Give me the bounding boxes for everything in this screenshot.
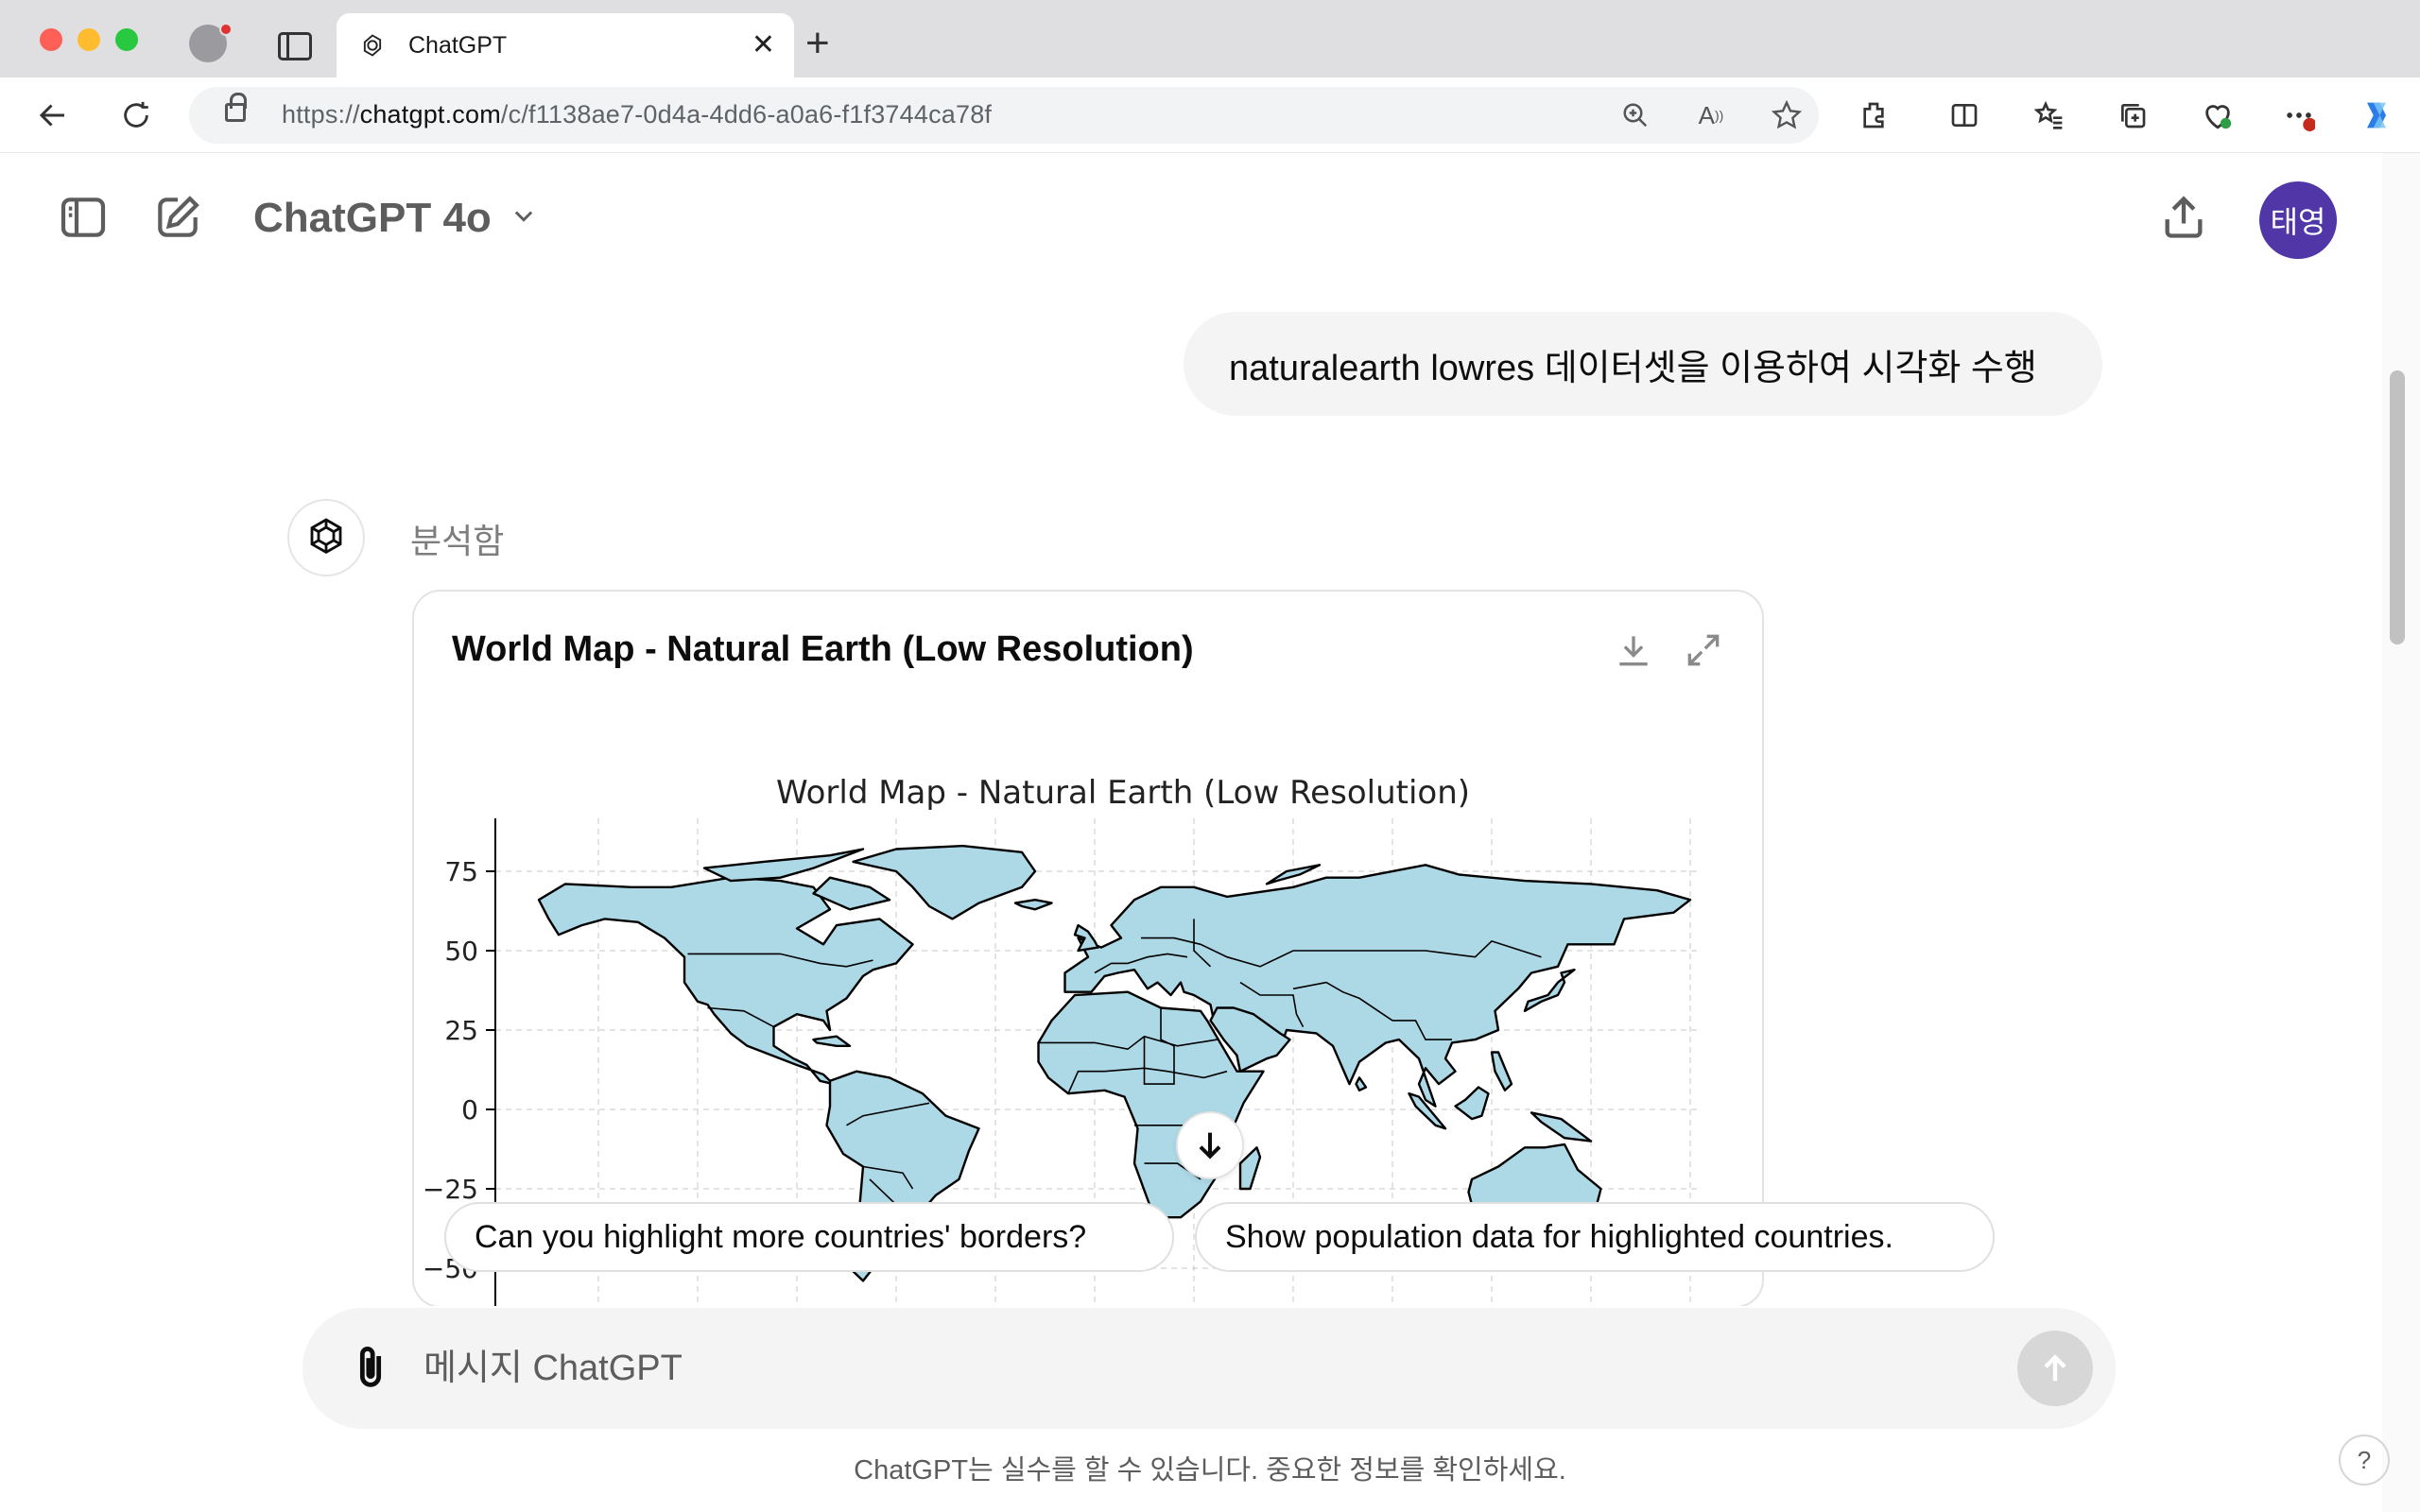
landmass-sri-lanka [1355, 1076, 1368, 1091]
landmass-greenland [852, 844, 1037, 920]
analysis-status[interactable]: 분석함 [410, 514, 504, 563]
browser-toolbar: https://chatgpt.com/c/f1138ae7-0d4a-4dd6… [0, 77, 2420, 153]
scrollbar-thumb[interactable] [2390, 370, 2405, 644]
disclaimer-text: ChatGPT는 실수를 할 수 있습니다. 중요한 정보를 확인하세요. [854, 1455, 1566, 1486]
scroll-to-bottom-button[interactable] [1176, 1111, 1244, 1179]
url-text[interactable]: https://chatgpt.com/c/f1138ae7-0d4a-4dd6… [282, 100, 992, 129]
split-screen-icon[interactable] [1945, 96, 1983, 134]
y-tick-label: 25 [444, 1015, 478, 1046]
landmass-canadian-arctic [702, 848, 865, 883]
read-aloud-icon[interactable]: A)) [1694, 98, 1728, 132]
chat-header: ChatGPT 4o 태영 [0, 153, 2382, 285]
more-icon[interactable] [2280, 96, 2318, 134]
message-composer [302, 1308, 2116, 1429]
favorites-icon[interactable] [2031, 96, 2068, 134]
favorite-star-icon[interactable] [1770, 98, 1804, 132]
browser-essentials-icon[interactable] [2199, 96, 2237, 134]
help-button[interactable]: ? [2339, 1435, 2390, 1486]
minimize-window-button[interactable] [78, 28, 100, 51]
close-tab-icon[interactable]: ✕ [752, 28, 775, 62]
landmass-cuba [812, 1035, 852, 1047]
assistant-avatar [287, 499, 365, 576]
browser-tab-chatgpt[interactable]: ChatGPT ✕ [337, 13, 794, 77]
extensions-icon[interactable] [1855, 96, 1893, 134]
notification-dot [219, 23, 233, 36]
openai-logo-icon [363, 34, 382, 57]
landmass-new-guinea [1530, 1111, 1593, 1143]
address-bar[interactable]: https://chatgpt.com/c/f1138ae7-0d4a-4dd6… [189, 87, 1819, 144]
message-input[interactable] [424, 1344, 1841, 1393]
tab-actions-icon[interactable] [278, 32, 312, 60]
y-tick-label: −25 [423, 1174, 478, 1205]
y-tick-label: 0 [461, 1094, 478, 1125]
browser-titlebar: ChatGPT ✕ + [0, 0, 2420, 77]
y-tick-label: 75 [444, 856, 478, 887]
user-message: naturalearth lowres 데이터셋을 이용하여 시각화 수행 [1184, 312, 2102, 416]
arrow-up-icon [2044, 1354, 2066, 1382]
reload-icon[interactable] [117, 96, 155, 134]
send-button[interactable] [2017, 1331, 2093, 1406]
suggestion-chip-highlight-borders[interactable]: Can you highlight more countries' border… [444, 1202, 1174, 1272]
new-chat-icon[interactable] [151, 191, 204, 244]
collections-icon[interactable] [2114, 96, 2152, 134]
close-window-button[interactable] [40, 28, 62, 51]
paperclip-icon[interactable] [346, 1344, 395, 1393]
chart-card: World Map - Natural Earth (Low Resolutio… [412, 590, 1764, 1308]
zoom-icon[interactable] [1618, 98, 1652, 132]
chart-title: World Map - Natural Earth (Low Resolutio… [776, 774, 1470, 812]
chevron-down-icon[interactable] [510, 202, 537, 229]
landmass-japan [1523, 969, 1576, 1012]
landmass-philippines [1490, 1051, 1513, 1091]
avatar[interactable]: 태영 [2259, 181, 2337, 259]
sidebar-toggle-icon[interactable] [57, 191, 110, 244]
landmass-borneo [1454, 1086, 1490, 1121]
copilot-icon[interactable] [2358, 96, 2395, 134]
openai-logo-icon [310, 518, 342, 555]
tab-title: ChatGPT [408, 32, 508, 59]
share-icon[interactable] [2159, 193, 2208, 242]
y-tick-label: 50 [444, 936, 478, 967]
scrollbar-track[interactable] [2382, 153, 2420, 1512]
suggestion-chip-population-data[interactable]: Show population data for highlighted cou… [1195, 1202, 1995, 1272]
back-icon[interactable] [34, 96, 72, 134]
model-selector-label[interactable]: ChatGPT 4o [253, 195, 492, 242]
maximize-window-button[interactable] [115, 28, 138, 51]
landmass-iceland [1013, 899, 1053, 911]
lock-icon[interactable] [225, 93, 247, 122]
landmass-madagascar [1238, 1146, 1262, 1191]
world-map-chart: World Map - Natural Earth (Low Resolutio… [423, 774, 1700, 1306]
arrow-down-icon [1199, 1132, 1221, 1160]
new-tab-icon[interactable]: + [805, 23, 830, 64]
